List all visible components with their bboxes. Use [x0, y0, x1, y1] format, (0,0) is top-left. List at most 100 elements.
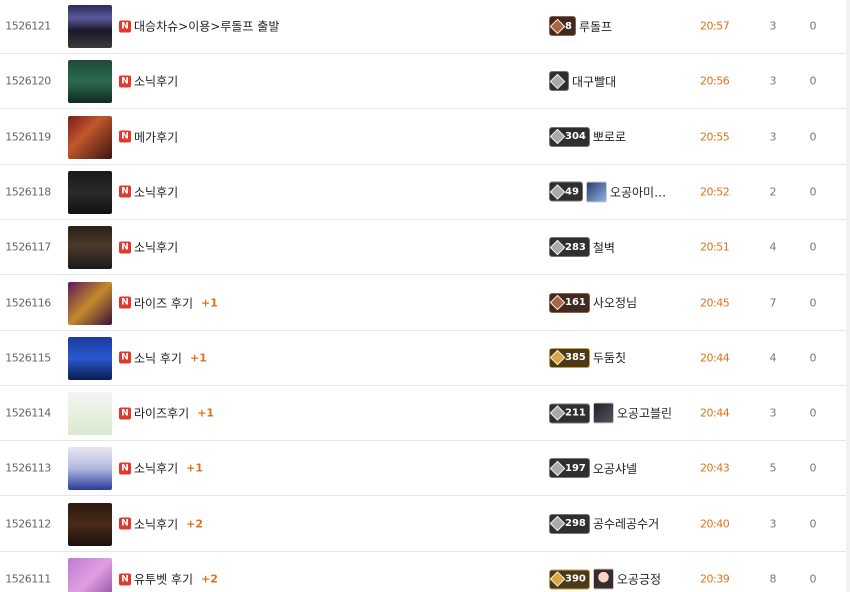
author-name[interactable]: 오공아미…: [610, 183, 666, 200]
post-author[interactable]: 197 오공샤넬: [549, 458, 637, 479]
author-name[interactable]: 철벽: [593, 239, 615, 256]
post-title[interactable]: 소닉후기: [134, 460, 178, 477]
table-row[interactable]: 1526117 N 소닉후기 283 철벽 20:51 4 0: [0, 220, 850, 276]
post-thumbnail[interactable]: [68, 170, 112, 214]
view-count: 3: [769, 406, 777, 420]
post-title[interactable]: 라이즈후기: [134, 405, 189, 422]
post-author[interactable]: 385 두둠칫: [549, 347, 626, 368]
new-badge-icon: N: [119, 573, 131, 585]
post-author[interactable]: 8 루돌프: [549, 16, 612, 36]
post-title[interactable]: 유투벳 후기: [134, 571, 193, 588]
post-title[interactable]: 소닉 후기: [134, 349, 182, 366]
post-title-link[interactable]: N 소닉후기 +2: [119, 515, 203, 532]
view-count: 3: [769, 130, 777, 144]
post-title-link[interactable]: N 유투벳 후기 +2: [119, 571, 218, 588]
author-name[interactable]: 두둠칫: [593, 349, 626, 366]
author-name[interactable]: 대구빨대: [572, 73, 616, 90]
post-title-link[interactable]: N 소닉후기: [119, 239, 178, 256]
post-author[interactable]: 304 뽀로로: [549, 126, 626, 147]
gem-icon: [549, 239, 566, 255]
post-thumbnail[interactable]: [68, 502, 112, 546]
like-count: 0: [809, 461, 817, 475]
table-row[interactable]: 1526111 N 유투벳 후기 +2 390 오공긍정 20:39 8 0: [0, 552, 850, 592]
post-title-link[interactable]: N 대승차슈>이용>루돌프 출발: [119, 18, 279, 35]
table-row[interactable]: 1526119 N 메가후기 304 뽀로로 20:55 3 0: [0, 110, 850, 165]
author-name[interactable]: 공수레공수거: [593, 515, 659, 532]
post-title-link[interactable]: N 라이즈후기 +1: [119, 405, 214, 422]
post-thumbnail[interactable]: [68, 115, 112, 159]
post-thumbnail[interactable]: [68, 447, 112, 491]
view-count: 2: [769, 185, 777, 199]
table-row[interactable]: 1526120 N 소닉후기 대구빨대 20:56 3 0: [0, 54, 850, 110]
new-badge-icon: N: [119, 296, 131, 309]
post-title-link[interactable]: N 소닉 후기 +1: [119, 349, 207, 366]
post-title-link[interactable]: N 라이즈 후기 +1: [119, 294, 218, 311]
post-title-link[interactable]: N 소닉후기: [119, 183, 178, 200]
post-time: 20:56: [700, 74, 730, 88]
table-row[interactable]: 1526121 N 대승차슈>이용>루돌프 출발 8 루돌프 20:57 3 0: [0, 0, 850, 54]
level-number: 283: [565, 241, 586, 253]
post-title-link[interactable]: N 소닉후기: [119, 73, 178, 90]
level-badge-icon: 283: [549, 237, 590, 258]
level-number: 49: [565, 186, 579, 198]
view-count: 3: [769, 517, 777, 531]
post-title[interactable]: 소닉후기: [134, 515, 178, 532]
author-name[interactable]: 사오정님: [593, 294, 637, 311]
level-badge-icon: [549, 71, 569, 92]
post-title[interactable]: 소닉후기: [134, 183, 178, 200]
author-name[interactable]: 오공샤넬: [593, 460, 637, 477]
post-thumbnail[interactable]: [68, 60, 112, 104]
post-thumbnail[interactable]: [68, 281, 112, 325]
table-row[interactable]: 1526113 N 소닉후기 +1 197 오공샤넬 20:43 5 0: [0, 441, 850, 497]
post-list: 1526121 N 대승차슈>이용>루돌프 출발 8 루돌프 20:57 3 0 1526120…: [0, 0, 850, 592]
author-name[interactable]: 루돌프: [579, 18, 612, 35]
view-count: 3: [769, 19, 777, 33]
table-row[interactable]: 1526114 N 라이즈후기 +1 211 오공고블린 20:44 3 0: [0, 386, 850, 442]
comment-count[interactable]: +1: [197, 407, 214, 420]
post-title-link[interactable]: N 소닉후기 +1: [119, 460, 203, 477]
new-badge-icon: N: [119, 20, 131, 32]
comment-count[interactable]: +2: [186, 517, 203, 530]
table-row[interactable]: 1526112 N 소닉후기 +2 298 공수레공수거 20:40 3 0: [0, 497, 850, 552]
post-title[interactable]: 메가후기: [134, 128, 178, 145]
post-author[interactable]: 161 사오정님: [549, 292, 637, 313]
post-thumbnail[interactable]: [68, 336, 112, 380]
scrollbar[interactable]: [846, 0, 850, 592]
post-author[interactable]: 49 오공아미…: [549, 181, 666, 203]
author-name[interactable]: 뽀로로: [593, 128, 626, 145]
post-number: 1526115: [5, 351, 51, 365]
comment-count[interactable]: +1: [190, 351, 207, 364]
table-row[interactable]: 1526115 N 소닉 후기 +1 385 두둠칫 20:44 4 0: [0, 331, 850, 386]
table-row[interactable]: 1526116 N 라이즈 후기 +1 161 사오정님 20:45 7 0: [0, 276, 850, 331]
post-title[interactable]: 라이즈 후기: [134, 294, 193, 311]
post-author[interactable]: 283 철벽: [549, 237, 615, 258]
post-author[interactable]: 211 오공고블린: [549, 402, 672, 424]
post-thumbnail[interactable]: [68, 226, 112, 270]
post-title-link[interactable]: N 메가후기: [119, 128, 178, 145]
level-badge-icon: 211: [549, 403, 590, 424]
comment-count[interactable]: +2: [201, 573, 218, 586]
level-badge-icon: 161: [549, 292, 590, 313]
author-name[interactable]: 오공긍정: [617, 571, 661, 588]
post-thumbnail[interactable]: [68, 392, 112, 436]
post-author[interactable]: 390 오공긍정: [549, 568, 661, 590]
post-author[interactable]: 298 공수레공수거: [549, 513, 659, 534]
post-author[interactable]: 대구빨대: [549, 71, 616, 92]
post-thumbnail[interactable]: [68, 5, 112, 48]
post-time: 20:44: [700, 406, 730, 420]
table-row[interactable]: 1526118 N 소닉후기 49 오공아미… 20:52 2 0: [0, 165, 850, 220]
author-name[interactable]: 오공고블린: [617, 405, 672, 422]
avatar: [592, 568, 614, 590]
level-number: 197: [565, 462, 586, 474]
level-badge-icon: 197: [549, 458, 590, 479]
post-title[interactable]: 소닉후기: [134, 239, 178, 256]
view-count: 8: [769, 572, 777, 586]
comment-count[interactable]: +1: [186, 462, 203, 475]
post-title[interactable]: 대승차슈>이용>루돌프 출발: [134, 18, 279, 35]
comment-count[interactable]: +1: [201, 296, 218, 309]
post-title[interactable]: 소닉후기: [134, 73, 178, 90]
new-badge-icon: N: [119, 130, 131, 143]
post-thumbnail[interactable]: [68, 558, 112, 592]
level-number: 161: [565, 297, 586, 308]
post-time: 20:57: [700, 19, 730, 33]
